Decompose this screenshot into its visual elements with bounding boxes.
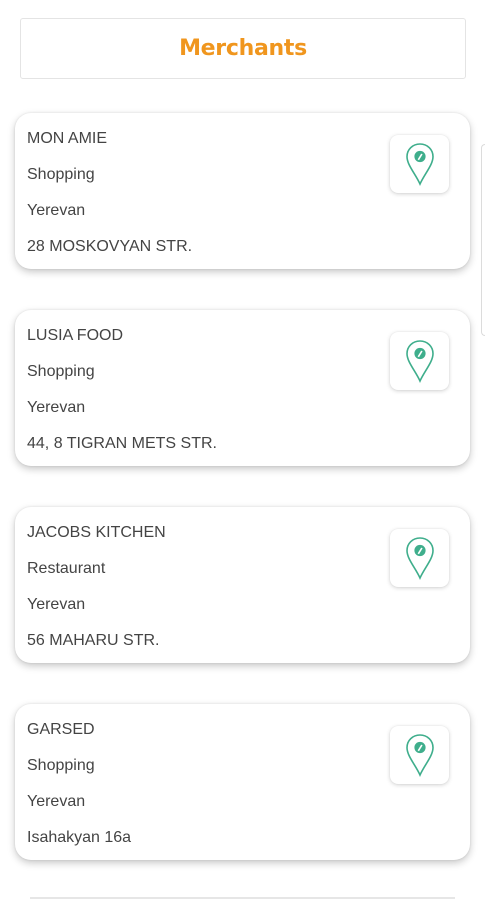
merchant-name: JACOBS KITCHEN [27, 524, 166, 541]
divider [30, 897, 455, 899]
merchant-address: 28 MOSKOVYAN STR. [27, 238, 193, 255]
merchant-city: Yerevan [27, 202, 86, 219]
merchant-name: LUSIA FOOD [27, 327, 124, 344]
merchant-card[interactable]: GARSED Shopping Yerevan Isahakyan 16a [15, 704, 470, 860]
merchant-address: Isahakyan 16a [27, 829, 132, 846]
merchant-card[interactable]: LUSIA FOOD Shopping Yerevan 44, 8 TIGRAN… [15, 310, 470, 466]
merchant-address: 44, 8 TIGRAN METS STR. [27, 435, 217, 452]
scroll-indicator[interactable] [481, 144, 485, 336]
merchant-card[interactable]: MON AMIE Shopping Yerevan 28 MOSKOVYAN S… [15, 113, 470, 269]
merchant-list: MON AMIE Shopping Yerevan 28 MOSKOVYAN S… [0, 0, 485, 900]
merchant-city: Yerevan [27, 793, 86, 810]
show-on-map-button[interactable] [390, 529, 449, 587]
merchant-card[interactable]: JACOBS KITCHEN Restaurant Yerevan 56 MAH… [15, 507, 470, 663]
merchant-city: Yerevan [27, 596, 86, 613]
show-on-map-button[interactable] [390, 726, 449, 784]
show-on-map-button[interactable] [390, 135, 449, 193]
merchant-city: Yerevan [27, 399, 86, 416]
merchants-screen: Merchants MON AMIE Shopping Yerevan 28 M… [0, 0, 485, 900]
merchant-name: MON AMIE [27, 130, 108, 147]
merchant-category: Shopping [27, 166, 95, 183]
map-pin-icon [405, 734, 434, 777]
map-pin-icon [405, 340, 434, 383]
merchant-address: 56 MAHARU STR. [27, 632, 160, 649]
merchant-category: Shopping [27, 363, 95, 380]
show-on-map-button[interactable] [390, 332, 449, 390]
merchant-name: GARSED [27, 721, 95, 738]
map-pin-icon [405, 143, 434, 186]
map-pin-icon [405, 537, 434, 580]
merchant-category: Restaurant [27, 560, 106, 577]
merchant-category: Shopping [27, 757, 95, 774]
